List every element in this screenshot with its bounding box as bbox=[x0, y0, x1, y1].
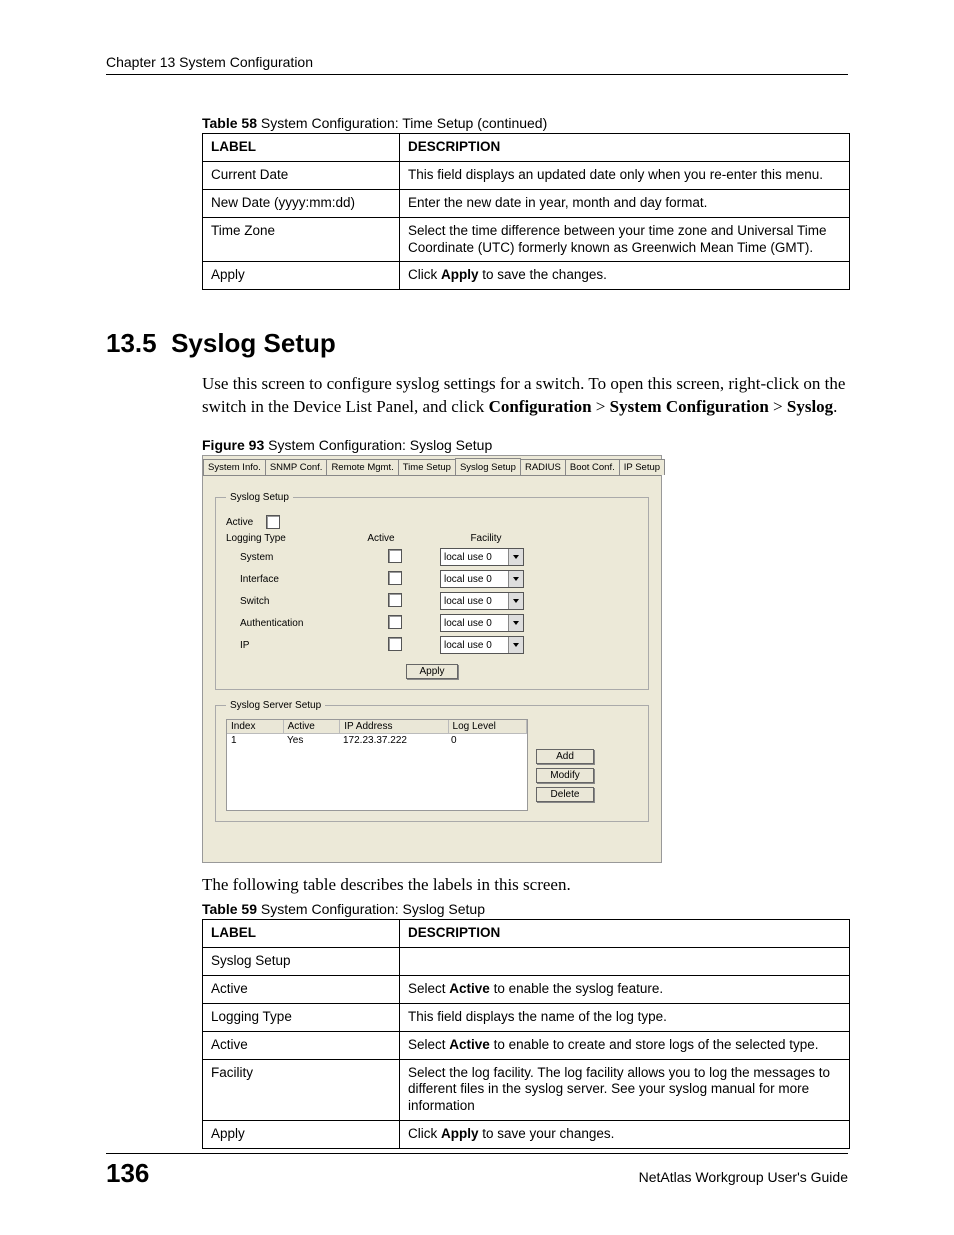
table-row: Active Select Active to enable to create… bbox=[203, 1031, 850, 1059]
t58-r1-desc: Enter the new date in year, month and da… bbox=[400, 189, 850, 217]
authentication-checkbox[interactable] bbox=[388, 615, 402, 629]
system-checkbox[interactable] bbox=[388, 549, 402, 563]
add-button[interactable]: Add bbox=[536, 749, 594, 764]
log-row-switch: Switch local use 0 bbox=[226, 592, 638, 610]
section-title: Syslog Setup bbox=[171, 328, 336, 358]
chapter-title: Chapter 13 System Configuration bbox=[106, 54, 313, 70]
t58-r0-desc: This field displays an updated date only… bbox=[400, 161, 850, 189]
ip-facility-dropdown[interactable]: local use 0 bbox=[440, 636, 524, 654]
table-row: Logging Type This field displays the nam… bbox=[203, 1003, 850, 1031]
authentication-facility-dropdown[interactable]: local use 0 bbox=[440, 614, 524, 632]
col-active: Active bbox=[336, 533, 426, 544]
active-checkbox[interactable] bbox=[266, 515, 280, 529]
tab-syslog-setup[interactable]: Syslog Setup bbox=[455, 458, 521, 475]
log-row-interface: Interface local use 0 bbox=[226, 570, 638, 588]
page-number: 136 bbox=[106, 1158, 149, 1189]
page-footer: 136 NetAtlas Workgroup User's Guide bbox=[106, 1153, 848, 1189]
table-row: Active Select Active to enable the syslo… bbox=[203, 975, 850, 1003]
server-row[interactable]: 1 Yes 172.23.37.222 0 bbox=[227, 734, 527, 747]
switch-checkbox[interactable] bbox=[388, 593, 402, 607]
tab-time-setup[interactable]: Time Setup bbox=[398, 459, 456, 475]
syslog-server-setup-group: Syslog Server Setup Index Active IP Addr… bbox=[215, 700, 649, 822]
table-row: Apply Click Apply to save your changes. bbox=[203, 1121, 850, 1149]
table-row: New Date (yyyy:mm:dd) Enter the new date… bbox=[203, 189, 850, 217]
log-header-row: Logging Type Active Facility bbox=[226, 533, 638, 544]
table-row: Syslog Setup bbox=[203, 948, 850, 976]
log-row-system: System local use 0 bbox=[226, 548, 638, 566]
t58-r0-label: Current Date bbox=[203, 161, 400, 189]
table58-caption-bold: Table 58 bbox=[202, 115, 257, 131]
table59-head-desc: DESCRIPTION bbox=[400, 920, 850, 948]
system-facility-dropdown[interactable]: local use 0 bbox=[440, 548, 524, 566]
syslog-setup-legend: Syslog Setup bbox=[226, 492, 293, 503]
section-number: 13.5 bbox=[106, 328, 157, 358]
tab-remote-mgmt[interactable]: Remote Mgmt. bbox=[326, 459, 398, 475]
chevron-down-icon[interactable] bbox=[508, 571, 523, 587]
server-table[interactable]: Index Active IP Address Log Level 1 Yes … bbox=[226, 719, 528, 811]
modify-button[interactable]: Modify bbox=[536, 768, 594, 783]
intro-paragraph: Use this screen to configure syslog sett… bbox=[202, 373, 848, 419]
t58-r2-desc: Select the time difference between your … bbox=[400, 217, 850, 262]
t58-r1-label: New Date (yyyy:mm:dd) bbox=[203, 189, 400, 217]
apply-button[interactable]: Apply bbox=[406, 664, 458, 679]
switch-facility-dropdown[interactable]: local use 0 bbox=[440, 592, 524, 610]
table58: LABEL DESCRIPTION Current Date This fiel… bbox=[202, 133, 850, 290]
active-label: Active bbox=[226, 517, 266, 528]
table58-head-label: LABEL bbox=[203, 134, 400, 162]
delete-button[interactable]: Delete bbox=[536, 787, 594, 802]
tab-radius[interactable]: RADIUS bbox=[520, 459, 566, 475]
table58-caption: Table 58 System Configuration: Time Setu… bbox=[202, 115, 848, 131]
t58-r3-desc: Click Apply to save the changes. bbox=[400, 262, 850, 290]
table59-caption: Table 59 System Configuration: Syslog Se… bbox=[202, 901, 848, 917]
ip-checkbox[interactable] bbox=[388, 637, 402, 651]
syslog-server-legend: Syslog Server Setup bbox=[226, 700, 325, 711]
tab-ip-setup[interactable]: IP Setup bbox=[619, 459, 665, 475]
table-row: Apply Click Apply to save the changes. bbox=[203, 262, 850, 290]
table59-head-label: LABEL bbox=[203, 920, 400, 948]
below-table-text: The following table describes the labels… bbox=[202, 875, 848, 895]
table58-caption-rest: System Configuration: Time Setup (contin… bbox=[257, 115, 547, 131]
section-heading: 13.5 Syslog Setup bbox=[106, 328, 848, 359]
syslog-setup-group: Syslog Setup Active Logging Type Active … bbox=[215, 492, 649, 690]
table-row: Facility Select the log facility. The lo… bbox=[203, 1059, 850, 1121]
tab-system-info[interactable]: System Info. bbox=[203, 459, 266, 475]
chevron-down-icon[interactable] bbox=[508, 615, 523, 631]
table-row: Current Date This field displays an upda… bbox=[203, 161, 850, 189]
table-row: Time Zone Select the time difference bet… bbox=[203, 217, 850, 262]
chevron-down-icon[interactable] bbox=[508, 637, 523, 653]
page-header: Chapter 13 System Configuration bbox=[106, 54, 848, 75]
col-logging-type: Logging Type bbox=[226, 533, 336, 544]
chevron-down-icon[interactable] bbox=[508, 593, 523, 609]
col-facility: Facility bbox=[426, 533, 546, 544]
table58-head-desc: DESCRIPTION bbox=[400, 134, 850, 162]
active-row: Active bbox=[226, 515, 638, 529]
t58-r3-label: Apply bbox=[203, 262, 400, 290]
chevron-down-icon[interactable] bbox=[508, 549, 523, 565]
table59: LABEL DESCRIPTION Syslog Setup Active Se… bbox=[202, 919, 850, 1149]
figure-caption: Figure 93 System Configuration: Syslog S… bbox=[202, 437, 848, 453]
t58-r2-label: Time Zone bbox=[203, 217, 400, 262]
tab-strip: System Info. SNMP Conf. Remote Mgmt. Tim… bbox=[203, 456, 661, 475]
figure-screenshot: System Info. SNMP Conf. Remote Mgmt. Tim… bbox=[202, 455, 662, 863]
guide-name: NetAtlas Workgroup User's Guide bbox=[639, 1169, 848, 1185]
tab-snmp-conf[interactable]: SNMP Conf. bbox=[265, 459, 328, 475]
interface-checkbox[interactable] bbox=[388, 571, 402, 585]
server-table-header: Index Active IP Address Log Level bbox=[227, 720, 527, 734]
log-row-ip: IP local use 0 bbox=[226, 636, 638, 654]
tab-boot-conf[interactable]: Boot Conf. bbox=[565, 459, 620, 475]
log-row-authentication: Authentication local use 0 bbox=[226, 614, 638, 632]
interface-facility-dropdown[interactable]: local use 0 bbox=[440, 570, 524, 588]
